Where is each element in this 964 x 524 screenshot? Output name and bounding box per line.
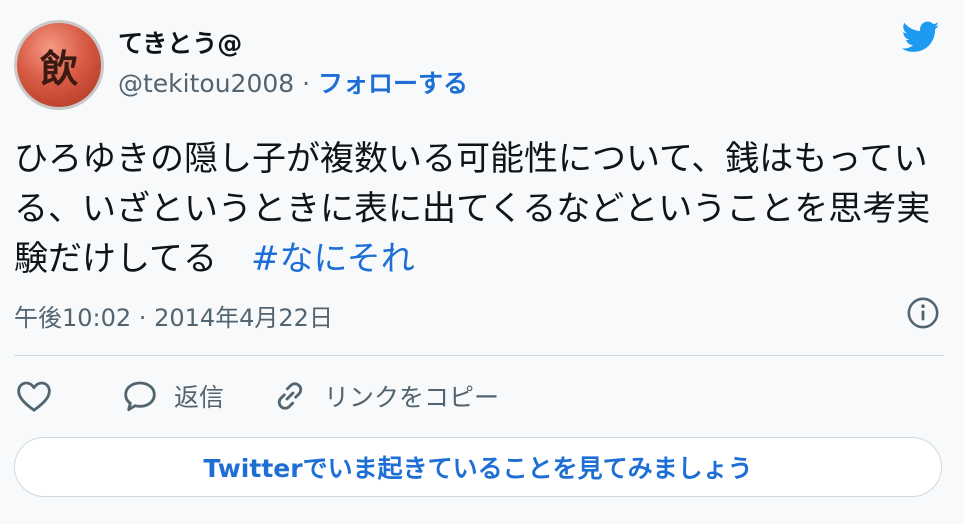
reply-icon [124, 381, 156, 412]
display-name[interactable]: てきとう@ [118, 24, 242, 60]
see-whats-happening-button[interactable]: Twitterでいま起きていることを見てみましょう [14, 437, 942, 497]
link-icon [277, 382, 303, 410]
reply-label: 返信 [174, 383, 225, 412]
heart-icon [17, 381, 51, 412]
tweet-timestamp[interactable]: 午後10:02 · 2014年4月22日 [14, 298, 333, 333]
like-button[interactable] [14, 376, 54, 416]
tweet-body: ひろゆきの隠し子が複数いる可能性について、銭はもっている、いざというときに表に出… [14, 139, 931, 279]
action-bar: 返信 リンクをコピー [14, 374, 499, 418]
tweet-header: 飲 てきとう@ @tekitou2008 · フォローする [14, 18, 950, 110]
info-icon[interactable] [906, 296, 940, 330]
handle[interactable]: @tekitou2008 [118, 69, 294, 98]
tweet-text: ひろゆきの隠し子が複数いる可能性について、銭はもっている、いざというときに表に出… [14, 134, 944, 284]
twitter-bird-icon[interactable] [898, 18, 944, 56]
cta-label: Twitterでいま起きていることを見てみましょう [203, 454, 753, 483]
handle-separator: · [294, 69, 319, 98]
avatar[interactable]: 飲 [14, 20, 104, 110]
follow-link[interactable]: フォローする [318, 69, 468, 98]
tweet-time: 午後10:02 [14, 304, 132, 332]
handle-line: @tekitou2008 · フォローする [118, 64, 468, 100]
avatar-glyph: 飲 [39, 46, 78, 91]
tweet-date: 2014年4月22日 [154, 304, 333, 332]
meta-separator: · [131, 304, 155, 332]
reply-button[interactable]: 返信 [120, 376, 224, 416]
hashtag-link[interactable]: #なにそれ [251, 239, 415, 279]
copy-link-button[interactable]: リンクをコピー [270, 376, 499, 416]
divider [14, 355, 944, 356]
copy-link-label: リンクをコピー [324, 383, 500, 412]
